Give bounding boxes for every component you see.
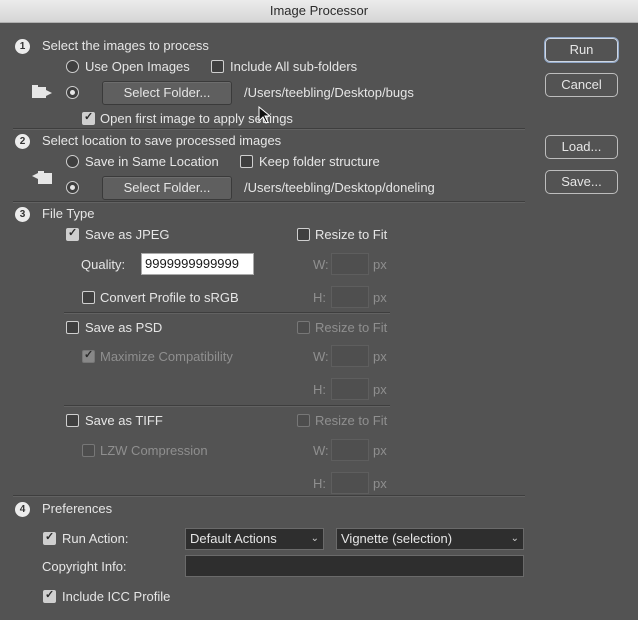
convert-srgb-checkbox[interactable] xyxy=(82,291,95,304)
psd-height-input[interactable] xyxy=(331,378,369,400)
save-same-location-radio[interactable] xyxy=(66,155,79,168)
tiff-width-input[interactable] xyxy=(331,439,369,461)
jpeg-resize-label[interactable]: Resize to Fit xyxy=(315,227,387,242)
psd-width-input[interactable] xyxy=(331,345,369,367)
tiff-resize-label[interactable]: Resize to Fit xyxy=(315,413,387,428)
action-set-value: Default Actions xyxy=(190,531,277,546)
jpeg-width-label: W: xyxy=(313,257,329,272)
include-icc-label[interactable]: Include ICC Profile xyxy=(62,589,170,604)
action-set-select[interactable]: Default Actions ⌄ xyxy=(185,528,324,550)
folder-save-icon xyxy=(32,171,52,184)
select-dest-folder-radio[interactable] xyxy=(66,181,79,194)
jpeg-resize-checkbox[interactable] xyxy=(297,228,310,241)
psd-height-unit: px xyxy=(373,382,387,397)
section-4-title: Preferences xyxy=(42,501,113,516)
select-folder-radio[interactable] xyxy=(66,86,79,99)
use-open-images-label[interactable]: Use Open Images xyxy=(85,59,190,74)
action-select[interactable]: Vignette (selection) ⌄ xyxy=(336,528,524,550)
run-action-label[interactable]: Run Action: xyxy=(62,531,129,546)
section-2-title: Select location to save processed images xyxy=(42,133,282,148)
save-same-location-label[interactable]: Save in Same Location xyxy=(85,154,219,169)
divider xyxy=(13,201,525,203)
chevron-down-icon: ⌄ xyxy=(510,533,519,544)
jpeg-height-label: H: xyxy=(313,290,326,305)
run-action-checkbox[interactable] xyxy=(43,530,56,545)
maximize-compat-checkbox[interactable] xyxy=(82,348,95,363)
psd-resize-label[interactable]: Resize to Fit xyxy=(315,320,387,335)
jpeg-width-input[interactable] xyxy=(331,253,369,275)
jpeg-height-unit: px xyxy=(373,290,387,305)
action-value: Vignette (selection) xyxy=(341,531,453,546)
section-3-title: File Type xyxy=(42,206,95,221)
window-title: Image Processor xyxy=(0,0,638,23)
include-subfolders-checkbox[interactable] xyxy=(211,60,224,73)
select-dest-folder-button[interactable]: Select Folder... xyxy=(102,176,232,200)
save-as-psd-checkbox[interactable] xyxy=(66,321,79,334)
save-as-tiff-checkbox[interactable] xyxy=(66,414,79,427)
lzw-compression-checkbox[interactable] xyxy=(82,444,95,457)
source-folder-path: /Users/teebling/Desktop/bugs xyxy=(244,85,414,100)
psd-height-label: H: xyxy=(313,382,326,397)
copyright-label: Copyright Info: xyxy=(42,559,127,574)
save-as-jpeg-label[interactable]: Save as JPEG xyxy=(85,227,170,242)
tiff-height-label: H: xyxy=(313,476,326,491)
section-1-number: 1 xyxy=(15,39,30,54)
tiff-height-input[interactable] xyxy=(331,472,369,494)
psd-width-label: W: xyxy=(313,349,329,364)
divider xyxy=(13,495,525,497)
maximize-compat-label[interactable]: Maximize Compatibility xyxy=(100,349,233,364)
include-icc-checkbox[interactable] xyxy=(43,588,56,603)
section-2-number: 2 xyxy=(15,134,30,149)
load-button[interactable]: Load... xyxy=(545,135,618,159)
lzw-compression-label[interactable]: LZW Compression xyxy=(100,443,208,458)
divider xyxy=(13,128,525,130)
copyright-input[interactable] xyxy=(185,555,524,577)
save-as-tiff-label[interactable]: Save as TIFF xyxy=(85,413,163,428)
tiff-resize-checkbox[interactable] xyxy=(297,414,310,427)
psd-resize-checkbox[interactable] xyxy=(297,321,310,334)
quality-input[interactable]: 9999999999999 xyxy=(141,253,254,275)
mouse-cursor-icon xyxy=(258,106,270,124)
dest-folder-path: /Users/teebling/Desktop/doneling xyxy=(244,180,435,195)
keep-folder-structure-label[interactable]: Keep folder structure xyxy=(259,154,380,169)
section-3-number: 3 xyxy=(15,207,30,222)
jpeg-height-input[interactable] xyxy=(331,286,369,308)
use-open-images-radio[interactable] xyxy=(66,60,79,73)
section-4-number: 4 xyxy=(15,502,30,517)
keep-folder-structure-checkbox[interactable] xyxy=(240,155,253,168)
save-as-jpeg-checkbox[interactable] xyxy=(66,226,79,241)
tiff-width-unit: px xyxy=(373,443,387,458)
folder-arrow-icon xyxy=(32,85,52,98)
open-first-image-checkbox[interactable] xyxy=(82,110,95,125)
section-1-title: Select the images to process xyxy=(42,38,209,53)
divider xyxy=(64,312,390,314)
psd-width-unit: px xyxy=(373,349,387,364)
quality-label: Quality: xyxy=(81,257,126,272)
tiff-width-label: W: xyxy=(313,443,329,458)
run-button[interactable]: Run xyxy=(545,38,618,62)
image-processor-dialog: Image Processor 1 Select the images to p… xyxy=(0,0,638,620)
jpeg-width-unit: px xyxy=(373,257,387,272)
chevron-down-icon: ⌄ xyxy=(310,533,319,544)
divider xyxy=(64,405,390,407)
save-settings-button[interactable]: Save... xyxy=(545,170,618,194)
select-source-folder-button[interactable]: Select Folder... xyxy=(102,81,232,105)
convert-srgb-label[interactable]: Convert Profile to sRGB xyxy=(100,290,239,305)
save-as-psd-label[interactable]: Save as PSD xyxy=(85,320,162,335)
tiff-height-unit: px xyxy=(373,476,387,491)
include-subfolders-label[interactable]: Include All sub-folders xyxy=(230,59,357,74)
cancel-button[interactable]: Cancel xyxy=(545,73,618,97)
